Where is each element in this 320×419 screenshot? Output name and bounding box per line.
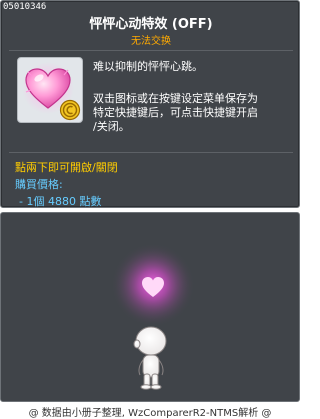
effect-preview-panel xyxy=(0,212,300,402)
item-usage-description: 双击图标或在按键设定菜单保存为 特定快捷键后，可点击快捷键开启 /关闭。 xyxy=(93,92,293,134)
usage-line: 特定快捷键后，可点击快捷键开启 xyxy=(93,106,258,119)
character-avatar xyxy=(133,326,167,390)
item-icon-box[interactable] xyxy=(17,57,83,123)
usage-line: 双击图标或在按键设定菜单保存为 xyxy=(93,92,258,105)
divider xyxy=(9,50,293,51)
footer-credit: @ 数据由小册子整理, WzComparerR2-NTMS解析 @ xyxy=(28,408,272,419)
usage-line: /关闭。 xyxy=(93,120,130,133)
price-label: 購買價格: xyxy=(15,178,63,191)
item-title: 怦怦心动特效 (OFF) xyxy=(89,17,213,32)
price-value: - 1個 4880 點數 xyxy=(19,195,102,208)
trade-restriction-label: 无法交换 xyxy=(131,36,171,47)
divider xyxy=(9,152,293,153)
gold-coin-icon xyxy=(59,99,81,121)
item-id: 05010346 xyxy=(3,2,47,12)
item-tooltip: 05010346 怦怦心动特效 (OFF) 无法交换 难以抑制的怦怦心跳。 双击… xyxy=(0,0,300,208)
effect-preview-scene xyxy=(111,243,195,390)
item-description: 难以抑制的怦怦心跳。 xyxy=(93,60,203,73)
toggle-hint: 點兩下即可開啟/關閉 xyxy=(15,161,118,174)
